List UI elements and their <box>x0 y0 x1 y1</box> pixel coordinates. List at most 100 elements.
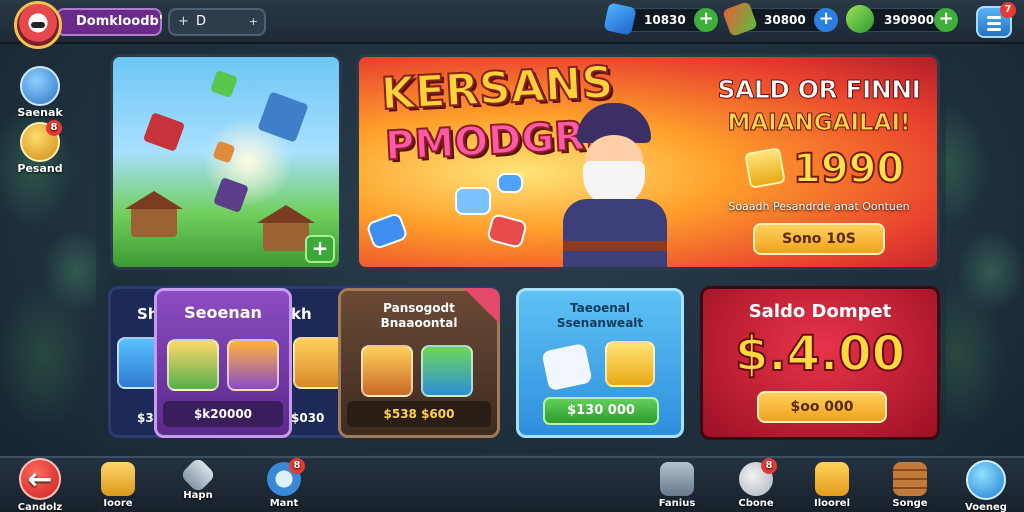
level-text: D <box>196 14 207 29</box>
card-title-line2: Ssenanwealt <box>556 316 644 330</box>
resource-leaves: 390900 + <box>846 5 958 33</box>
gold-coin-icon <box>744 147 786 189</box>
menu-button[interactable]: 7 <box>976 2 1016 38</box>
treasure-icon <box>815 462 849 496</box>
menu-badge: 7 <box>1000 2 1016 18</box>
wallet-balance-card[interactable]: Saldo Dompet $.4.00 $oo 000 <box>700 286 940 440</box>
level-plus-icon[interactable]: + <box>249 10 258 34</box>
nav-books[interactable]: Songe <box>878 462 942 509</box>
add-island-button[interactable]: + <box>305 235 335 263</box>
treasure-chest-icon <box>361 345 413 397</box>
shelf-left-price: $3 <box>137 411 154 425</box>
nav-treasure[interactable]: Iloorel <box>800 462 864 509</box>
tools-icon <box>660 462 694 496</box>
card-price: $k20000 <box>163 401 283 427</box>
nav-world[interactable]: Voeneg <box>954 460 1018 512</box>
bottom-nav: Candolz Ioore Hapn 8 Mant Fanius 8 Cbone… <box>0 456 1024 512</box>
wizard-character <box>549 103 679 267</box>
promo-buy-button[interactable]: Sono 10S <box>753 223 885 255</box>
menu-line-icon <box>987 22 1001 25</box>
globe-icon <box>966 460 1006 500</box>
potion-icon <box>722 1 758 37</box>
chest-icon <box>101 462 135 496</box>
resource-gems: 10830 + <box>603 2 718 36</box>
add-leaves-button[interactable]: + <box>934 8 958 32</box>
island-world-banner[interactable]: + <box>110 54 342 270</box>
shop-card-bundle[interactable]: Pansogodt Bnaaoontal $538 $600 <box>338 288 500 438</box>
leaf-gem-icon <box>846 5 874 33</box>
card-title-line1: Taeoenal <box>569 301 630 315</box>
scroll-quest-icon: 8 <box>20 120 62 162</box>
gem-tile-icon <box>365 211 409 251</box>
player-name[interactable]: Domkloodb' <box>56 8 163 36</box>
nav-piggy[interactable]: 8 Cbone <box>724 458 788 509</box>
add-gems-button[interactable]: + <box>694 8 718 32</box>
dollar-tile-icon <box>485 212 529 250</box>
blocks-bundle-icon <box>167 339 219 391</box>
back-arrow-icon <box>19 458 61 500</box>
menu-line-icon <box>987 16 1001 19</box>
nav-label: Cbone <box>738 498 774 509</box>
promo-amount: 1990 <box>792 145 905 193</box>
nav-label: Ioore <box>103 498 133 509</box>
card-title: Seoenan <box>184 303 262 322</box>
hut-icon <box>125 191 183 237</box>
card-buy-button[interactable]: $130 000 <box>543 397 659 425</box>
nav-back-button[interactable]: Candolz <box>8 458 72 512</box>
wizard-body <box>563 199 667 267</box>
side-button-saenak[interactable]: Saenak <box>16 66 64 119</box>
top-bar: Domkloodb' + D + 10830 + 30800 + 390900 … <box>0 0 1024 44</box>
resource-gems-value: 10830 <box>644 13 686 27</box>
card-price: $538 $600 <box>347 401 491 427</box>
nav-label: Candolz <box>17 502 63 512</box>
side-button-pesand[interactable]: 8 Pesand <box>16 120 64 175</box>
nav-label: Songe <box>892 498 928 509</box>
pig-icon: 8 <box>739 458 777 496</box>
level-pill[interactable]: + D + <box>168 8 266 36</box>
nav-badge: 8 <box>289 458 305 474</box>
promo-banner[interactable]: KERSANS PMODGRI SALD OR FINNI MAIANGAILA… <box>356 54 940 270</box>
nav-battle[interactable]: Hapn <box>166 456 230 501</box>
side-button-label: Pesand <box>17 162 63 175</box>
player-avatar[interactable] <box>14 1 62 49</box>
star-tile-icon <box>455 187 491 215</box>
resource-potions-value: 30800 <box>764 13 806 27</box>
arrow-up-icon <box>20 66 60 106</box>
wallet-amount: $.4.00 <box>734 326 906 382</box>
nav-tools[interactable]: Fanius <box>645 462 709 509</box>
wallet-title: Saldo Dompet <box>748 301 892 322</box>
nav-label: Mant <box>269 498 299 509</box>
nav-chest[interactable]: Ioore <box>86 462 150 509</box>
avatar-face-icon <box>31 22 45 28</box>
gadget-box-icon <box>421 345 473 397</box>
sword-icon <box>179 456 217 494</box>
side-badge: 8 <box>46 120 62 136</box>
shop-card-seasonal[interactable]: Taeoenal Ssenanwealt $130 000 <box>516 288 684 438</box>
promo-amount-row: 1990 <box>705 145 933 196</box>
promo-offer: SALD OR FINNI MAIANGAILAI! 1990 Soaadh P… <box>705 75 933 255</box>
shelf-right-title: kh <box>291 305 312 323</box>
nav-label: Iloorel <box>813 498 851 509</box>
nav-label: Fanius <box>658 498 696 509</box>
wallet-button[interactable]: $oo 000 <box>757 391 887 423</box>
nav-badge: 8 <box>761 458 777 474</box>
ribbon-corner-icon <box>464 288 500 324</box>
wizard-belt <box>563 241 667 251</box>
resource-leaves-value: 390900 <box>884 13 935 27</box>
nav-label: Voeneg <box>965 502 1007 512</box>
gem-blue-icon <box>603 2 637 36</box>
shop-card-seoenan[interactable]: Seoenan $k20000 <box>154 288 292 438</box>
promo-small-text: Soaadh Pesandrde anat Oontuen <box>728 200 910 213</box>
floating-block-icon <box>209 69 239 99</box>
level-prefix: + <box>178 14 189 29</box>
add-potions-button[interactable]: + <box>814 8 838 32</box>
book-stack-icon <box>893 462 927 496</box>
shelf-right-price: $030 <box>291 411 325 425</box>
nav-map[interactable]: 8 Mant <box>252 458 316 509</box>
promo-subheading: MAIANGAILAI! <box>727 110 911 137</box>
map-icon: 8 <box>267 458 305 496</box>
gold-coins-icon <box>605 341 655 387</box>
gem-tile-icon <box>497 173 523 193</box>
promo-heading: SALD OR FINNI <box>717 75 921 105</box>
gem-crate-icon <box>541 342 593 392</box>
